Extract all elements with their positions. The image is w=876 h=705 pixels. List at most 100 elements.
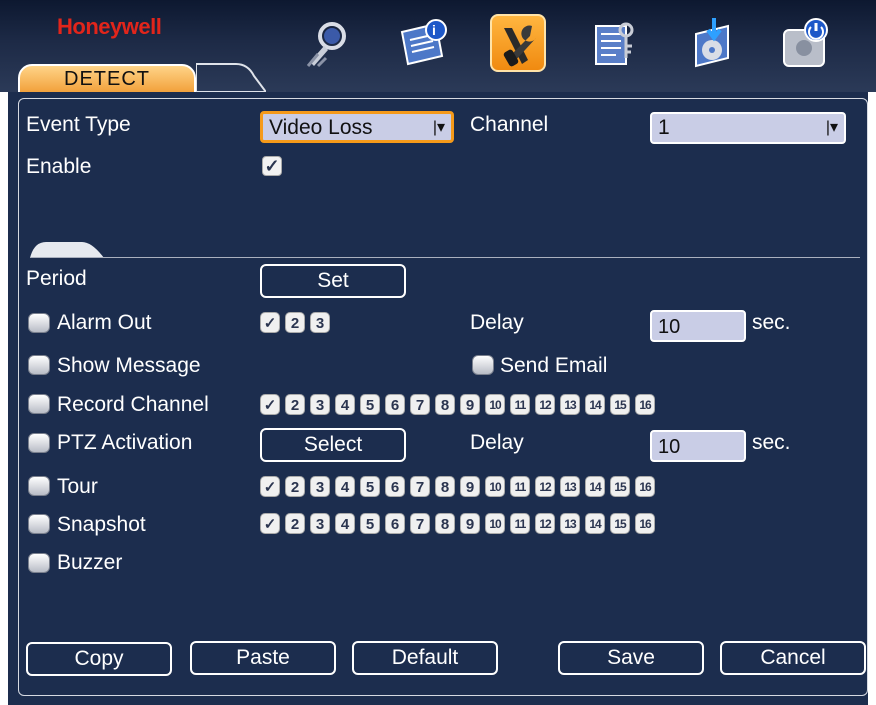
copy-button[interactable]: Copy <box>26 642 172 676</box>
shutdown-icon[interactable] <box>778 14 834 72</box>
brand-logo: Honeywell <box>57 14 162 39</box>
tour-chip[interactable]: ✓ <box>260 476 280 497</box>
channel-dropdown[interactable]: 1 |▾ <box>650 112 846 144</box>
ptz-delay-label: Delay <box>470 431 524 454</box>
period-label: Period <box>26 267 87 290</box>
channel-value: 1 <box>658 116 670 139</box>
tour-chip[interactable]: 5 <box>360 476 380 497</box>
snapshot-chip[interactable]: 10 <box>485 513 505 534</box>
alarm-out-checkbox[interactable] <box>28 313 50 333</box>
alarm-out-chip-1[interactable]: ✓ <box>260 312 280 333</box>
snapshot-chip[interactable]: 3 <box>310 513 330 534</box>
tour-chips: ✓ 2 3 4 5 6 7 8 9 10 11 12 13 14 15 16 <box>260 476 660 498</box>
save-button[interactable]: Save <box>558 641 704 675</box>
snapshot-chip[interactable]: 12 <box>535 513 555 534</box>
delay-label: Delay <box>470 311 524 334</box>
enable-checkbox[interactable]: ✓ <box>262 156 282 176</box>
ptz-sec-label: sec. <box>752 431 791 454</box>
tour-chip[interactable]: 16 <box>635 476 655 497</box>
snapshot-chip[interactable]: 5 <box>360 513 380 534</box>
record-chip[interactable]: 6 <box>385 394 405 415</box>
ptz-delay-input[interactable]: 10 <box>650 430 746 462</box>
paste-button[interactable]: Paste <box>190 641 336 675</box>
enable-label: Enable <box>26 155 92 178</box>
record-chip[interactable]: 15 <box>610 394 630 415</box>
snapshot-chip[interactable]: ✓ <box>260 513 280 534</box>
record-chip[interactable]: 13 <box>560 394 580 415</box>
record-chip[interactable]: 12 <box>535 394 555 415</box>
snapshot-label: Snapshot <box>57 513 146 536</box>
snapshot-chip[interactable]: 16 <box>635 513 655 534</box>
record-chip[interactable]: 5 <box>360 394 380 415</box>
advanced-icon[interactable] <box>588 14 644 72</box>
tour-chip[interactable]: 3 <box>310 476 330 497</box>
record-chip[interactable]: 2 <box>285 394 305 415</box>
set-period-button[interactable]: Set <box>260 264 406 298</box>
buzzer-label: Buzzer <box>57 551 123 574</box>
record-chip[interactable]: 14 <box>585 394 605 415</box>
snapshot-chip[interactable]: 9 <box>460 513 480 534</box>
search-icon[interactable] <box>298 14 354 72</box>
record-chip[interactable]: ✓ <box>260 394 280 415</box>
record-chip[interactable]: 4 <box>335 394 355 415</box>
divider <box>30 257 860 258</box>
alarm-out-chip-2[interactable]: 2 <box>285 312 305 333</box>
tour-chip[interactable]: 12 <box>535 476 555 497</box>
tour-chip[interactable]: 4 <box>335 476 355 497</box>
tab-detect[interactable]: DETECT <box>18 64 196 94</box>
tour-label: Tour <box>57 475 98 498</box>
alarm-out-channels: ✓ 2 3 <box>260 312 335 334</box>
sub-tab[interactable] <box>30 240 104 258</box>
tour-chip[interactable]: 9 <box>460 476 480 497</box>
snapshot-chip[interactable]: 15 <box>610 513 630 534</box>
record-channel-label: Record Channel <box>57 393 209 416</box>
tour-chip[interactable]: 14 <box>585 476 605 497</box>
record-chip[interactable]: 8 <box>435 394 455 415</box>
alarm-out-chip-3[interactable]: 3 <box>310 312 330 333</box>
tour-checkbox[interactable] <box>28 476 50 496</box>
snapshot-chip[interactable]: 6 <box>385 513 405 534</box>
snapshot-checkbox[interactable] <box>28 514 50 534</box>
record-chip[interactable]: 7 <box>410 394 430 415</box>
event-type-dropdown[interactable]: Video Loss |▾ <box>260 111 454 143</box>
snapshot-chip[interactable]: 4 <box>335 513 355 534</box>
snapshot-chip[interactable]: 8 <box>435 513 455 534</box>
snapshot-chip[interactable]: 7 <box>410 513 430 534</box>
tour-chip[interactable]: 8 <box>435 476 455 497</box>
delay-input[interactable]: 10 <box>650 310 746 342</box>
alarm-out-label: Alarm Out <box>57 311 152 334</box>
buzzer-checkbox[interactable] <box>28 553 50 573</box>
tour-chip[interactable]: 7 <box>410 476 430 497</box>
tour-chip[interactable]: 10 <box>485 476 505 497</box>
setting-tools-icon[interactable] <box>490 14 546 72</box>
tour-chip[interactable]: 11 <box>510 476 530 497</box>
snapshot-chip[interactable]: 2 <box>285 513 305 534</box>
tour-chip[interactable]: 2 <box>285 476 305 497</box>
cancel-button[interactable]: Cancel <box>720 641 866 675</box>
record-chip[interactable]: 9 <box>460 394 480 415</box>
tour-chip[interactable]: 6 <box>385 476 405 497</box>
default-button[interactable]: Default <box>352 641 498 675</box>
info-icon[interactable]: i <box>396 14 452 72</box>
record-chip[interactable]: 16 <box>635 394 655 415</box>
snapshot-chip[interactable]: 14 <box>585 513 605 534</box>
record-chip[interactable]: 3 <box>310 394 330 415</box>
record-chip[interactable]: 10 <box>485 394 505 415</box>
event-type-label: Event Type <box>26 113 131 136</box>
ptz-activation-checkbox[interactable] <box>28 433 50 453</box>
tour-chip[interactable]: 13 <box>560 476 580 497</box>
snapshot-chip[interactable]: 13 <box>560 513 580 534</box>
ptz-select-button[interactable]: Select <box>260 428 406 462</box>
record-channel-checkbox[interactable] <box>28 394 50 414</box>
backup-icon[interactable] <box>684 14 740 72</box>
tour-chip[interactable]: 15 <box>610 476 630 497</box>
record-channel-chips: ✓ 2 3 4 5 6 7 8 9 10 11 12 13 14 15 16 <box>260 394 660 416</box>
detect-window: Honeywell i DETECT Event Type Video Loss… <box>0 0 876 705</box>
show-message-label: Show Message <box>57 354 201 377</box>
record-chip[interactable]: 11 <box>510 394 530 415</box>
event-type-value: Video Loss <box>269 116 373 139</box>
snapshot-chip[interactable]: 11 <box>510 513 530 534</box>
ptz-activation-label: PTZ Activation <box>57 431 193 454</box>
send-email-checkbox[interactable] <box>472 355 494 375</box>
show-message-checkbox[interactable] <box>28 355 50 375</box>
